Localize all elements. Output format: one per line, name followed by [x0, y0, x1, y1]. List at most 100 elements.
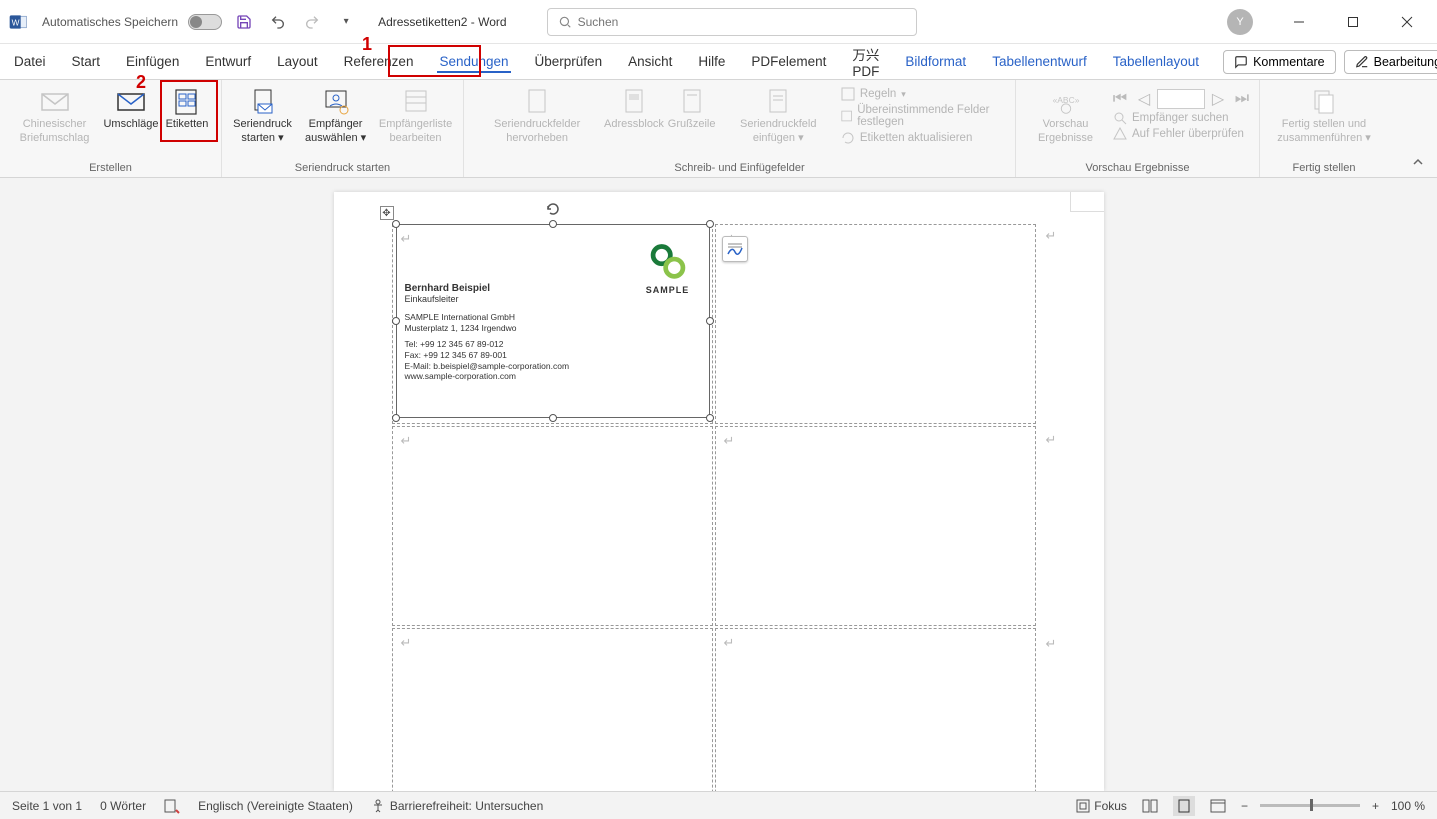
spellcheck-icon[interactable]: [164, 798, 180, 814]
paragraph-mark-icon: ↵: [724, 433, 735, 449]
label-cell[interactable]: ↵: [715, 628, 1036, 791]
first-record-button: ⏮: [1109, 88, 1131, 110]
rules-icon: [841, 87, 855, 101]
labels-icon: [171, 87, 203, 117]
label-cell[interactable]: ↵: [392, 426, 713, 626]
minimize-button[interactable]: [1277, 7, 1321, 37]
page[interactable]: ✥ ↵ SAMPLE Bernhard Beispiel Einkaufslei…: [334, 192, 1104, 791]
tab-pdfelement[interactable]: PDFelement: [749, 50, 828, 73]
editing-mode-button[interactable]: Bearbeitung ▾: [1344, 50, 1437, 74]
search-icon: [558, 15, 572, 29]
greeting-line-button: Grußzeile: [664, 84, 720, 135]
resize-handle[interactable]: [549, 414, 557, 422]
layout-options-button[interactable]: [722, 236, 748, 262]
focus-mode-button[interactable]: Fokus: [1076, 799, 1127, 813]
resize-handle[interactable]: [706, 317, 714, 325]
collapse-ribbon-button[interactable]: [1409, 153, 1427, 171]
warning-icon: [1113, 127, 1127, 141]
edit-recipients-button: Empfängerliste bearbeiten: [374, 84, 457, 149]
zoom-slider[interactable]: [1260, 804, 1360, 807]
document-icon: [618, 87, 650, 117]
maximize-button[interactable]: [1331, 7, 1375, 37]
tab-layout[interactable]: Layout: [275, 50, 320, 73]
tab-einfuegen[interactable]: Einfügen: [124, 50, 181, 73]
print-layout-button[interactable]: [1173, 796, 1195, 816]
ruler-corner: [1070, 192, 1104, 212]
qat-dropdown[interactable]: ▾: [334, 10, 358, 34]
paragraph-mark-icon: ↵: [1046, 228, 1057, 244]
tab-ansicht[interactable]: Ansicht: [626, 50, 674, 73]
read-mode-button[interactable]: [1139, 796, 1161, 816]
envelopes-button[interactable]: Umschläge: [103, 84, 159, 135]
word-count[interactable]: 0 Wörter: [100, 799, 146, 813]
save-button[interactable]: [232, 10, 256, 34]
tab-ueberpruefen[interactable]: Überprüfen: [533, 50, 605, 73]
resize-handle[interactable]: [549, 220, 557, 228]
select-recipients-button[interactable]: Empfänger auswählen ▾: [297, 84, 374, 149]
label-cell[interactable]: ↵: [392, 628, 713, 791]
resize-handle[interactable]: [392, 414, 400, 422]
start-mailmerge-button[interactable]: Seriendruck starten ▾: [228, 84, 297, 149]
paragraph-mark-icon: ↵: [1046, 636, 1057, 652]
autosave-toggle[interactable]: [188, 14, 222, 30]
document-canvas[interactable]: ✥ ↵ SAMPLE Bernhard Beispiel Einkaufslei…: [0, 178, 1437, 791]
table-move-handle[interactable]: ✥: [380, 206, 394, 220]
refresh-icon: [841, 131, 855, 145]
pencil-icon: [1355, 55, 1369, 69]
resize-handle[interactable]: [706, 220, 714, 228]
document-icon: [762, 87, 794, 117]
redo-button[interactable]: [300, 10, 324, 34]
zoom-in-button[interactable]: +: [1372, 799, 1379, 813]
tab-bildformat[interactable]: Bildformat: [903, 50, 968, 73]
rotate-handle[interactable]: [545, 201, 561, 217]
tab-tabellenentwurf[interactable]: Tabellenentwurf: [990, 50, 1089, 73]
labels-button[interactable]: Etiketten: [159, 84, 215, 135]
resize-handle[interactable]: [706, 414, 714, 422]
last-record-button: ⏭: [1231, 88, 1253, 110]
resize-handle[interactable]: [392, 317, 400, 325]
paragraph-mark-icon: ↵: [401, 433, 412, 449]
image-selection-frame[interactable]: [396, 224, 710, 418]
user-avatar[interactable]: Y: [1227, 9, 1253, 35]
search-input[interactable]: [578, 15, 906, 29]
resize-handle[interactable]: [392, 220, 400, 228]
tab-sendungen[interactable]: Sendungen: [437, 50, 510, 73]
envelope-icon: [115, 87, 147, 117]
label-cell[interactable]: ↵: [715, 426, 1036, 626]
svg-text:W: W: [12, 17, 20, 27]
page-status[interactable]: Seite 1 von 1: [12, 799, 82, 813]
search-icon: [1113, 111, 1127, 125]
comments-label: Kommentare: [1253, 55, 1325, 69]
document-title: Adressetiketten2 - Word: [378, 15, 507, 29]
tab-referenzen[interactable]: Referenzen: [342, 50, 416, 73]
tab-start[interactable]: Start: [70, 50, 103, 73]
tab-wanxing[interactable]: 万兴PDF: [850, 40, 881, 83]
label-cell[interactable]: ↵: [715, 224, 1036, 424]
list-icon: [400, 87, 432, 117]
tab-hilfe[interactable]: Hilfe: [696, 50, 727, 73]
undo-button[interactable]: [266, 10, 290, 34]
tab-datei[interactable]: Datei: [12, 50, 48, 73]
record-number-input: [1157, 89, 1205, 109]
zoom-level[interactable]: 100 %: [1391, 799, 1425, 813]
paragraph-mark-icon: ↵: [401, 635, 412, 651]
group-label-seriendruck: Seriendruck starten: [228, 160, 457, 175]
close-button[interactable]: [1385, 7, 1429, 37]
check-errors-button: Auf Fehler überprüfen: [1109, 126, 1253, 142]
accessibility-status[interactable]: Barrierefreiheit: Untersuchen: [371, 799, 543, 813]
search-box[interactable]: [547, 8, 917, 36]
tab-entwurf[interactable]: Entwurf: [203, 50, 253, 73]
language-status[interactable]: Englisch (Vereinigte Staaten): [198, 799, 353, 813]
document-icon: [676, 87, 708, 117]
comments-button[interactable]: Kommentare: [1223, 50, 1336, 74]
zoom-out-button[interactable]: −: [1241, 799, 1248, 813]
chinese-envelope-button: Chinesischer Briefumschlag: [6, 84, 103, 149]
finish-icon: [1308, 87, 1340, 117]
next-record-button: ▷: [1207, 88, 1229, 110]
group-label-fertig: Fertig stellen: [1266, 160, 1382, 175]
tab-tabellenlayout[interactable]: Tabellenlayout: [1111, 50, 1201, 73]
web-layout-button[interactable]: [1207, 796, 1229, 816]
word-app-icon: W: [8, 12, 28, 32]
highlight-fields-button: Seriendruckfelder hervorheben: [470, 84, 604, 149]
group-label-felder: Schreib- und Einfügefelder: [470, 160, 1009, 175]
